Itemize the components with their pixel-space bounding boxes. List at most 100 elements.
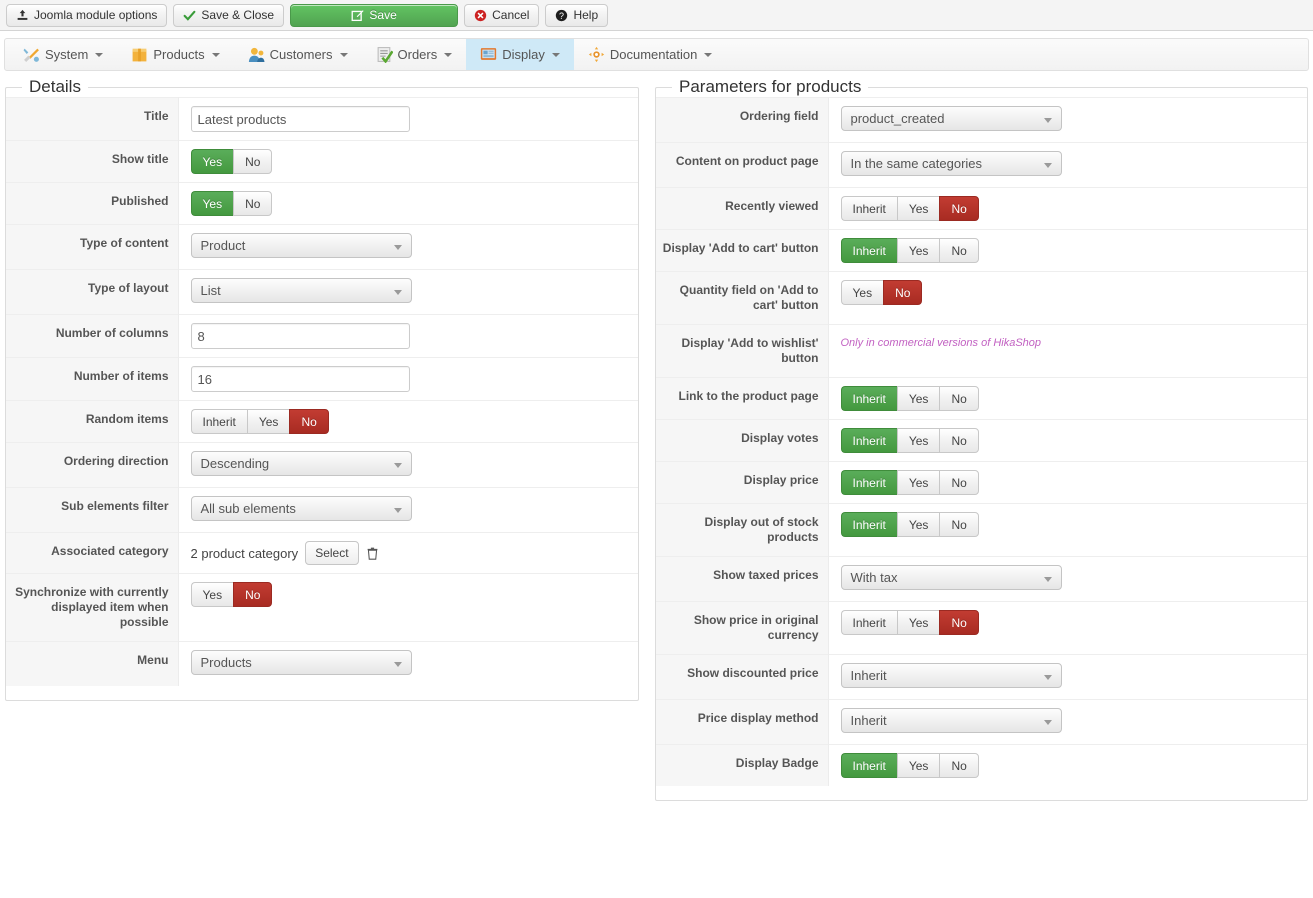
display-votes-option-no[interactable]: No bbox=[939, 428, 979, 453]
link-to-the-product-page-option-inherit[interactable]: Inherit bbox=[840, 386, 897, 411]
chevron-down-icon bbox=[211, 52, 220, 57]
display-add-to-cart-button-option-yes[interactable]: Yes bbox=[896, 238, 940, 263]
show-price-in-original-currency-option-no[interactable]: No bbox=[939, 610, 979, 635]
help-button[interactable]: ? Help bbox=[545, 3, 609, 27]
form-row: Link to the product page Inherit Yes No bbox=[656, 377, 1307, 420]
show-taxed-prices-select[interactable]: With tax bbox=[840, 565, 1062, 590]
display-out-of-stock-products-option-yes[interactable]: Yes bbox=[896, 512, 940, 537]
display-out-of-stock-products-option-no[interactable]: No bbox=[939, 512, 979, 537]
form-row: Price display method Inherit bbox=[656, 699, 1307, 745]
recently-viewed-option-no[interactable]: No bbox=[939, 196, 979, 221]
row-label-show-title: Show title bbox=[6, 140, 179, 183]
display-price-option-inherit[interactable]: Inherit bbox=[840, 470, 897, 495]
published-option-yes[interactable]: Yes bbox=[190, 191, 234, 216]
nav-item-display[interactable]: Display bbox=[466, 39, 574, 70]
select-value: All sub elements bbox=[200, 501, 296, 516]
row-control-display-out-of-stock-products: Inherit Yes No bbox=[828, 503, 1307, 557]
recently-viewed-option-inherit[interactable]: Inherit bbox=[840, 196, 897, 221]
row-label-ordering-field: Ordering field bbox=[656, 97, 829, 143]
random-items-option-yes[interactable]: Yes bbox=[246, 409, 290, 434]
form-row: Type of layout List bbox=[6, 269, 638, 315]
form-row: Title bbox=[6, 97, 638, 141]
row-control-show-taxed-prices: With tax bbox=[828, 556, 1307, 602]
ordering-direction-select[interactable]: Descending bbox=[190, 451, 412, 476]
show-discounted-price-select[interactable]: Inherit bbox=[840, 663, 1062, 688]
published-option-no[interactable]: No bbox=[233, 191, 273, 216]
display-out-of-stock-products-option-inherit[interactable]: Inherit bbox=[840, 512, 897, 537]
random-items-option-inherit[interactable]: Inherit bbox=[190, 409, 247, 434]
details-panel: Details TitleShow titleYesNoPublishedYes… bbox=[5, 77, 639, 701]
trash-icon[interactable] bbox=[366, 546, 379, 561]
select-value: In the same categories bbox=[850, 156, 983, 171]
row-label-title: Title bbox=[6, 97, 179, 141]
joomla-module-options-button[interactable]: Joomla module options bbox=[6, 3, 168, 27]
display-add-to-cart-button-option-inherit[interactable]: Inherit bbox=[840, 238, 897, 263]
row-label-published: Published bbox=[6, 182, 179, 225]
show-price-in-original-currency-option-inherit[interactable]: Inherit bbox=[840, 610, 897, 635]
number-of-columns-input[interactable] bbox=[190, 323, 410, 349]
display-badge-option-inherit[interactable]: Inherit bbox=[840, 753, 897, 778]
nav-item-documentation[interactable]: Documentation bbox=[574, 39, 726, 70]
row-label-show-discounted-price: Show discounted price bbox=[656, 654, 829, 700]
title-input[interactable] bbox=[190, 106, 410, 132]
menu-select[interactable]: Products bbox=[190, 650, 412, 675]
row-control-display-add-to-wishlist-button: Only in commercial versions of HikaShop bbox=[828, 324, 1307, 378]
display-add-to-cart-button-option-no[interactable]: No bbox=[939, 238, 979, 263]
select-category-button[interactable]: Select bbox=[305, 541, 359, 565]
select-value: Descending bbox=[200, 456, 270, 471]
show-title-option-yes[interactable]: Yes bbox=[190, 149, 234, 174]
row-control-type-of-layout: List bbox=[178, 269, 638, 315]
type-of-layout-select[interactable]: List bbox=[190, 278, 412, 303]
associated-category-value: 2 product category bbox=[190, 545, 299, 561]
show-price-in-original-currency-option-yes[interactable]: Yes bbox=[896, 610, 940, 635]
nav-item-customers[interactable]: Customers bbox=[234, 39, 362, 70]
row-label-sub-elements-filter: Sub elements filter bbox=[6, 487, 179, 533]
quantity-field-on-add-to-cart-button-option-no[interactable]: No bbox=[883, 280, 923, 305]
price-display-method-select[interactable]: Inherit bbox=[840, 708, 1062, 733]
quantity-field-on-add-to-cart-button-option-yes[interactable]: Yes bbox=[840, 280, 884, 305]
synchronize-with-currently-displayed-item-when-possi-option-yes[interactable]: Yes bbox=[190, 582, 234, 607]
number-of-items-input[interactable] bbox=[190, 366, 410, 392]
cancel-circle-icon bbox=[474, 9, 487, 22]
display-price-option-no[interactable]: No bbox=[939, 470, 979, 495]
row-control-display-add-to-cart-button: Inherit Yes No bbox=[828, 229, 1307, 272]
chevron-down-icon bbox=[339, 52, 348, 57]
nav-item-label: Display bbox=[502, 47, 545, 62]
recently-viewed-option-yes[interactable]: Yes bbox=[896, 196, 940, 221]
sub-elements-filter-select[interactable]: All sub elements bbox=[190, 496, 412, 521]
nav-item-label: Orders bbox=[397, 47, 438, 62]
form-row: Quantity field on 'Add to cart' button Ye… bbox=[656, 271, 1307, 325]
random-items-option-no[interactable]: No bbox=[289, 409, 329, 434]
cancel-button[interactable]: Cancel bbox=[464, 3, 540, 27]
show-title-option-no[interactable]: No bbox=[233, 149, 273, 174]
ordering-field-select[interactable]: product_created bbox=[840, 106, 1062, 131]
row-control-number-of-items bbox=[178, 357, 638, 401]
save-button[interactable]: Save bbox=[290, 3, 459, 27]
chevron-down-icon bbox=[704, 52, 713, 57]
save-close-button[interactable]: Save & Close bbox=[173, 3, 285, 27]
type-of-content-select[interactable]: Product bbox=[190, 233, 412, 258]
display-badge-option-no[interactable]: No bbox=[939, 753, 979, 778]
nav-item-products[interactable]: Products bbox=[117, 39, 233, 70]
display-price-option-yes[interactable]: Yes bbox=[896, 470, 940, 495]
form-row: Sub elements filter All sub elements bbox=[6, 487, 638, 533]
chevron-down-icon bbox=[1043, 118, 1052, 123]
link-to-the-product-page-option-no[interactable]: No bbox=[939, 386, 979, 411]
row-label-quantity-field-on-add-to-cart-button: Quantity field on 'Add to cart' button bbox=[656, 271, 829, 325]
row-control-link-to-the-product-page: Inherit Yes No bbox=[828, 377, 1307, 420]
associated-category-control: 2 product category Select bbox=[191, 541, 379, 565]
content-on-product-page-select[interactable]: In the same categories bbox=[840, 151, 1062, 176]
display-badge-option-yes[interactable]: Yes bbox=[896, 753, 940, 778]
nav-item-system[interactable]: System bbox=[9, 39, 117, 70]
chevron-down-icon bbox=[1043, 720, 1052, 725]
question-circle-icon: ? bbox=[555, 9, 568, 22]
nav-item-orders[interactable]: Orders bbox=[362, 39, 467, 70]
recently-viewed-toggle-group: Inherit Yes No bbox=[840, 196, 979, 221]
form-row: Show discounted price Inherit bbox=[656, 654, 1307, 700]
form-row: Ordering direction Descending bbox=[6, 442, 638, 488]
synchronize-with-currently-displayed-item-when-possi-option-no[interactable]: No bbox=[233, 582, 273, 607]
row-label-display-votes: Display votes bbox=[656, 419, 829, 462]
link-to-the-product-page-option-yes[interactable]: Yes bbox=[896, 386, 940, 411]
display-votes-option-inherit[interactable]: Inherit bbox=[840, 428, 897, 453]
display-votes-option-yes[interactable]: Yes bbox=[896, 428, 940, 453]
